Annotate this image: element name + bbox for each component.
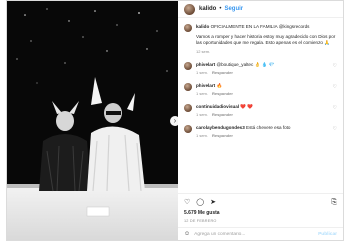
instagram-post: › kalido • Seguir kalido OFICIALMENTE EN… [6,0,344,241]
publish-button[interactable]: Publicar [318,232,337,237]
comment-username[interactable]: continuidadiovisual [196,104,239,109]
comment-text: @boutique_yaltec 👌 💧 💎 [216,62,275,67]
comment-item: phivelart 🔥 1 sem. Responder ♡ [184,83,337,97]
post-photo[interactable]: › [7,1,178,240]
follow-button[interactable]: Seguir [224,6,243,12]
heart-icon[interactable]: ♡ [333,105,337,111]
heart-icon[interactable]: ♡ [333,126,337,132]
comment-item: carolaybendugondes3 Está chevere esa fot… [184,125,337,139]
caption-headline: OFICIALMENTE EN LA FAMILIA @kingsrecords [210,24,310,29]
comment-time: 1 sem. [196,112,209,117]
chevron-right-icon[interactable]: › [170,116,178,126]
bookmark-icon[interactable]: ⎘ [331,198,337,207]
comment-text: ❤️ ❤️ [240,104,254,109]
separator-dot: • [219,6,222,12]
comment-icon[interactable]: ◯ [196,198,204,207]
caption-text: kalido OFICIALMENTE EN LA FAMILIA @kings… [196,24,336,55]
post-date: 12 DE FEBRERO [184,219,217,223]
likes-count[interactable]: 5.679 Me gusta [184,210,337,216]
caption-body: Vamos a romper y hacer historia estoy mu… [196,34,336,45]
post-header: kalido • Seguir [178,1,343,18]
avatar[interactable] [184,3,195,15]
reply-button[interactable]: Responder [212,91,233,96]
action-bar: ♡ ◯ ➤ ⎘ [184,198,337,207]
comment-username[interactable]: carolaybendugondes3 [196,125,245,130]
comment-text: 🔥 [216,83,223,88]
share-icon[interactable]: ➤ [210,198,216,207]
comment-input[interactable] [194,231,319,237]
header-username[interactable]: kalido [199,6,216,12]
caption-username[interactable]: kalido [196,24,209,29]
comment-username[interactable]: phivelart [196,83,215,88]
add-comment-bar: ☺ Publicar [178,227,343,240]
comment-item: continuidadiovisual ❤️ ❤️ 1 sem. Responde… [184,104,337,118]
emoji-icon[interactable]: ☺ [184,231,190,237]
avatar[interactable] [184,62,192,70]
avatar[interactable] [184,24,192,32]
reply-button[interactable]: Responder [212,133,233,138]
photo-illustration [7,1,178,240]
avatar[interactable] [184,104,192,112]
comment-username[interactable]: phivelart [196,62,215,67]
comments-section: kalido OFICIALMENTE EN LA FAMILIA @kings… [178,18,343,193]
post-caption: kalido OFICIALMENTE EN LA FAMILIA @kings… [184,24,337,55]
reply-button[interactable]: Responder [212,70,233,75]
comment-text: Está chevere esa foto [246,125,291,130]
avatar[interactable] [184,83,192,91]
comment-time: 1 sem. [196,91,209,96]
heart-icon[interactable]: ♡ [184,198,190,207]
comment-time: 1 sem. [196,70,209,75]
avatar[interactable] [184,125,192,133]
post-sidebar: kalido • Seguir kalido OFICIALMENTE EN L… [178,1,343,240]
reply-button[interactable]: Responder [212,112,233,117]
caption-time: 12 sem. [196,49,211,54]
comment-item: phivelart @boutique_yaltec 👌 💧 💎 1 sem. R… [184,62,337,76]
comment-time: 1 sem. [196,133,209,138]
heart-icon[interactable]: ♡ [333,63,337,69]
heart-icon[interactable]: ♡ [333,84,337,90]
